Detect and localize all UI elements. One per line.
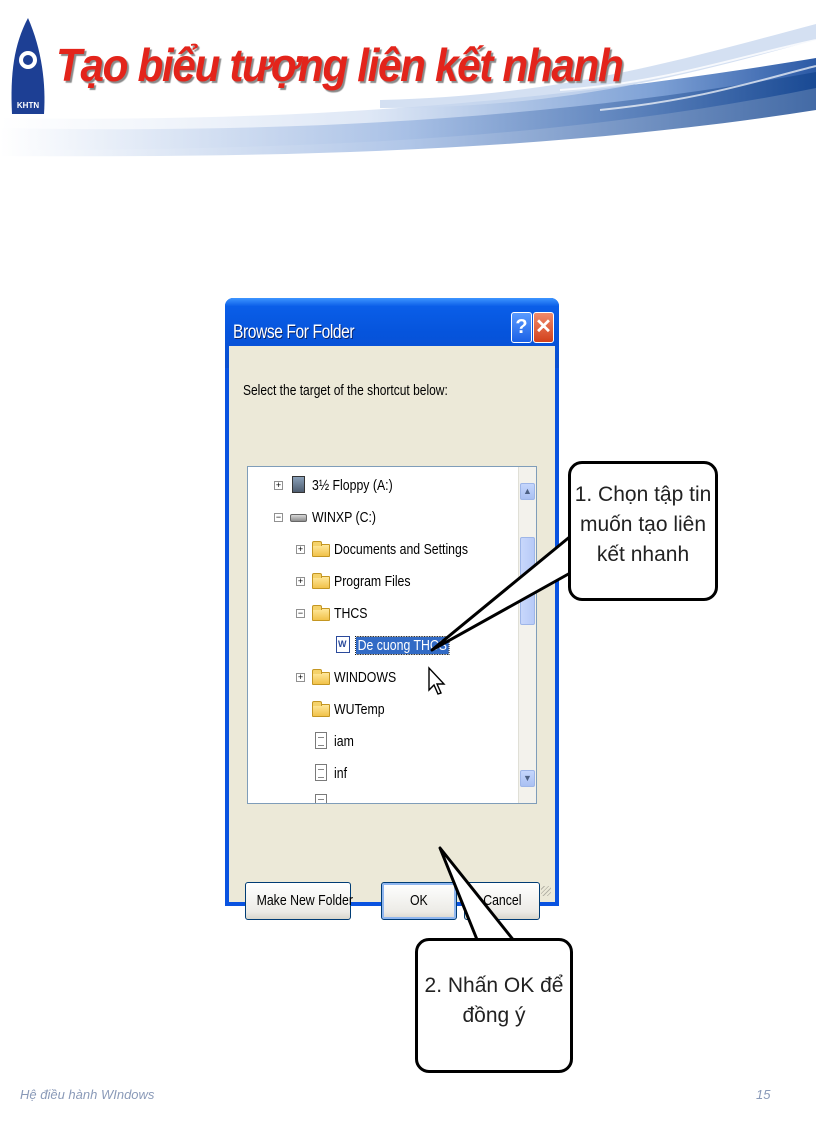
tree-item-label: WINXP (C:) <box>312 508 377 526</box>
browse-for-folder-dialog: Browse For Folder ? ✕ Select the target … <box>225 298 559 920</box>
tree-item-documents-and-settings[interactable]: + Documents and Settings <box>296 537 497 561</box>
close-button[interactable]: ✕ <box>533 312 554 343</box>
mouse-pointer-icon <box>428 666 446 695</box>
dialog-prompt: Select the target of the shortcut below: <box>243 382 448 399</box>
cancel-button[interactable]: Cancel <box>464 882 540 920</box>
help-button[interactable]: ? <box>511 312 532 343</box>
drive-icon <box>290 508 308 526</box>
callout-text: muốn tạo liên <box>579 513 707 536</box>
scroll-down-icon[interactable]: ▼ <box>520 770 535 787</box>
tree-item-label: 3½ Floppy (A:) <box>312 476 393 494</box>
tree-item-windows[interactable]: + WINDOWS <box>296 665 410 689</box>
dialog-title: Browse For Folder <box>233 322 355 343</box>
collapse-icon[interactable]: − <box>296 608 305 618</box>
callout-text: kết nhanh <box>596 543 690 566</box>
callout-text: 1. Chọn tập tin <box>574 483 712 506</box>
tree-item-thcs[interactable]: − THCS <box>296 601 375 625</box>
university-logo: KHTN <box>11 18 45 114</box>
tree-item-partial <box>312 791 334 803</box>
slide-title: Tạo biểu tượng liên kết nhanh <box>56 39 624 91</box>
footer-course-name: Hệ điều hành WIndows <box>20 1087 155 1102</box>
folder-tree[interactable]: + 3½ Floppy (A:) − WINXP (C:) + Document… <box>247 466 537 804</box>
folder-icon <box>312 540 330 558</box>
word-document-icon <box>334 636 352 654</box>
expand-icon[interactable]: + <box>296 544 305 554</box>
tree-item-label: inf <box>334 764 347 782</box>
scroll-up-icon[interactable]: ▲ <box>520 483 535 500</box>
dialog-body: Select the target of the shortcut below:… <box>229 346 555 920</box>
expand-icon[interactable]: + <box>274 480 283 490</box>
tree-scrollbar[interactable]: ▲ ▼ <box>518 467 536 803</box>
tree-item-iam[interactable]: iam <box>312 729 358 753</box>
tree-item-de-cuong-thcs[interactable]: De cuong THCS <box>334 633 469 657</box>
expand-icon[interactable]: + <box>296 576 305 586</box>
tree-item-label: WINDOWS <box>334 668 397 686</box>
floppy-icon <box>290 476 308 494</box>
tree-item-label: iam <box>334 732 354 750</box>
tree-item-wutemp[interactable]: WUTemp <box>312 697 396 721</box>
folder-open-icon <box>312 604 330 622</box>
svg-text:KHTN: KHTN <box>17 101 39 110</box>
folder-icon <box>312 668 330 686</box>
make-new-folder-button[interactable]: Make New Folder <box>245 882 353 920</box>
tree-item-program-files[interactable]: + Program Files <box>296 569 427 593</box>
resize-grip-icon[interactable] <box>541 886 551 896</box>
text-file-icon <box>312 794 330 803</box>
tree-item-inf[interactable]: inf <box>312 761 350 785</box>
text-file-icon <box>312 732 330 750</box>
tree-item-label: WUTemp <box>334 700 385 718</box>
folder-icon <box>312 572 330 590</box>
tree-item-label: Documents and Settings <box>334 540 469 558</box>
tree-item-label-selected: De cuong THCS <box>355 635 450 655</box>
tree-item-floppy[interactable]: + 3½ Floppy (A:) <box>274 473 410 497</box>
tree-item-winxp-drive[interactable]: − WINXP (C:) <box>274 505 390 529</box>
collapse-icon[interactable]: − <box>274 512 283 522</box>
expand-icon[interactable]: + <box>296 672 305 682</box>
tree-item-label: THCS <box>334 604 368 622</box>
text-file-icon <box>312 764 330 782</box>
callout-select-file: 1. Chọn tập tin muốn tạo liên kết nhanh <box>568 461 718 601</box>
scrollbar-thumb[interactable] <box>520 537 535 625</box>
tree-item-label: Program Files <box>334 572 411 590</box>
callout-text: 2. Nhấn OK để <box>424 974 564 997</box>
callout-press-ok: 2. Nhấn OK để đồng ý <box>415 938 573 1073</box>
folder-icon <box>312 700 330 718</box>
ok-button[interactable]: OK <box>381 882 457 920</box>
callout-text: đồng ý <box>462 1004 526 1027</box>
footer-page-number: 15 <box>756 1087 771 1102</box>
